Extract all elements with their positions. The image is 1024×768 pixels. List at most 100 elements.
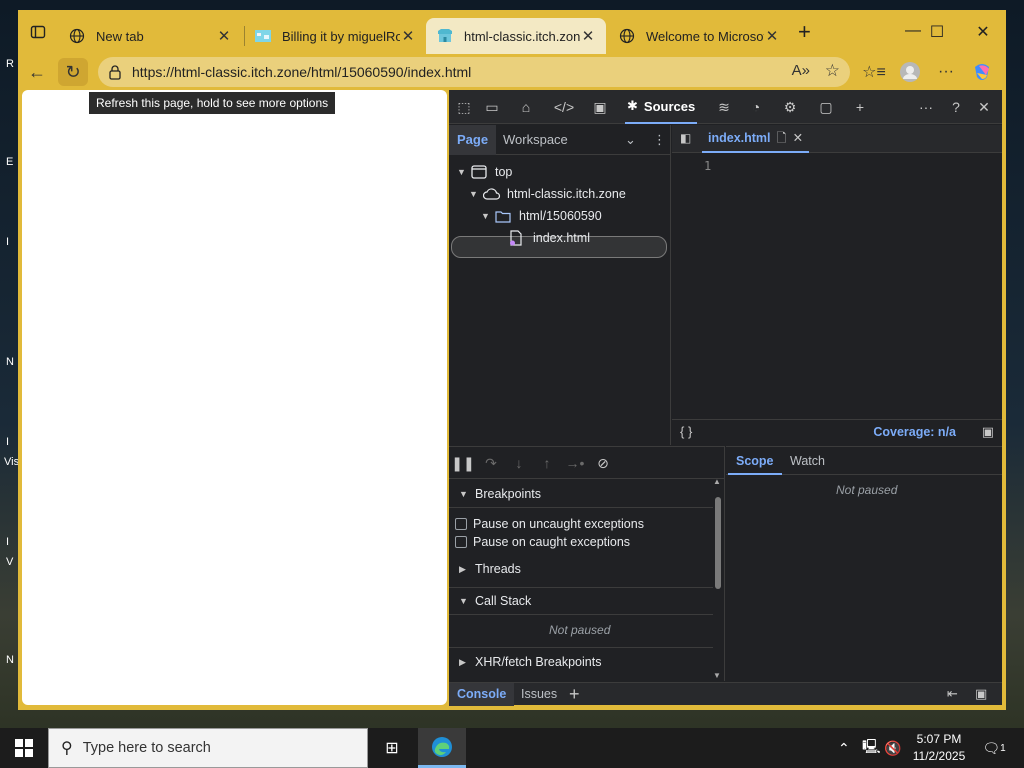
tree-item-folder[interactable]: ▼ html/15060590 bbox=[481, 205, 602, 227]
maximize-button[interactable]: ☐ bbox=[914, 22, 960, 42]
tab-watch[interactable]: Watch bbox=[782, 447, 833, 475]
refresh-button[interactable]: ↻ bbox=[58, 58, 88, 86]
tree-item-domain[interactable]: ▼ html-classic.itch.zone bbox=[469, 183, 626, 205]
editor-tabs: ◧ index.html 🗋 ✕ bbox=[672, 125, 1002, 153]
show-hidden-icons[interactable]: ⌃ bbox=[838, 728, 850, 768]
toggle-navigator-icon[interactable]: ◧ bbox=[680, 131, 691, 145]
more-options-icon[interactable]: ··· bbox=[934, 60, 958, 84]
tab-itch-zone[interactable]: html-classic.itch.zone/h ✕ bbox=[426, 18, 606, 54]
cloud-icon bbox=[483, 188, 501, 200]
coverage-status[interactable]: Coverage: n/a bbox=[873, 425, 956, 439]
start-button[interactable] bbox=[0, 728, 48, 768]
add-drawer-tab-icon[interactable]: + bbox=[569, 683, 580, 705]
tab-billing[interactable]: Billing it by miguelRob ✕ bbox=[244, 18, 426, 54]
close-devtools-icon[interactable]: ✕ bbox=[973, 97, 995, 117]
application-icon[interactable]: ▢ bbox=[815, 97, 837, 117]
tab-new-tab[interactable]: New tab ✕ bbox=[58, 18, 242, 54]
url-text[interactable]: https://html-classic.itch.zone/html/1506… bbox=[132, 64, 471, 80]
deactivate-breakpoints-icon[interactable]: ⊘ bbox=[593, 454, 613, 472]
favorites-icon[interactable]: ☆≡ bbox=[862, 60, 886, 84]
line-number: 1 bbox=[704, 159, 712, 173]
clock[interactable]: 5:07 PM 11/2/2025 bbox=[905, 731, 973, 765]
tab-actions-button[interactable] bbox=[26, 22, 50, 42]
desktop-icon-label: E bbox=[6, 156, 14, 168]
tab-page[interactable]: Page bbox=[449, 125, 497, 155]
tab-console[interactable]: Console bbox=[449, 683, 515, 706]
chevron-down-icon[interactable]: ⌄ bbox=[617, 125, 644, 155]
console-icon[interactable]: ▣ bbox=[589, 97, 611, 117]
folder-icon bbox=[495, 210, 513, 223]
desktop-icon-label: V bbox=[6, 556, 14, 568]
drawer-toggle-icon[interactable]: ▣ bbox=[982, 424, 994, 440]
tab-sources[interactable]: ✱ Sources bbox=[625, 90, 698, 124]
new-tab-button[interactable]: + bbox=[798, 21, 811, 43]
network-tray-icon[interactable]: 🖳 bbox=[862, 728, 881, 768]
close-tab-icon[interactable]: ✕ bbox=[764, 27, 780, 45]
read-aloud-icon[interactable]: A» bbox=[792, 62, 810, 79]
notification-center-icon[interactable]: 🗨 1 bbox=[982, 736, 1006, 760]
editor-tab-index-html[interactable]: index.html 🗋 ✕ bbox=[702, 124, 810, 153]
section-breakpoints[interactable]: ▼ Breakpoints bbox=[449, 480, 713, 508]
close-window-button[interactable]: ✕ bbox=[960, 22, 1006, 42]
navigator-tabs: Page Workspace ⌄ ⋮ bbox=[449, 125, 670, 155]
edge-taskbar-icon[interactable] bbox=[418, 728, 466, 768]
collapse-arrow-icon: ▼ bbox=[459, 488, 468, 499]
copilot-icon[interactable] bbox=[970, 60, 994, 84]
pause-caught-checkbox[interactable]: Pause on caught exceptions bbox=[455, 533, 630, 551]
scrollbar-thumb[interactable] bbox=[715, 497, 721, 589]
section-xhr-breakpoints[interactable]: ▶ XHR/fetch Breakpoints bbox=[449, 647, 713, 675]
tab-scope[interactable]: Scope bbox=[728, 447, 782, 475]
devtools-more-icon[interactable]: ··· bbox=[915, 97, 937, 117]
volume-muted-icon[interactable]: 🔇 bbox=[884, 728, 901, 768]
settings-gear-icon[interactable]: ⚙ bbox=[779, 97, 801, 117]
debugger-scrollbar[interactable]: ▲ ▼ bbox=[713, 477, 723, 680]
tree-item-index-html[interactable]: index.html bbox=[509, 227, 590, 249]
tab-welcome-microsoft[interactable]: Welcome to Microsoft ✕ bbox=[608, 18, 790, 54]
itch-icon bbox=[436, 27, 454, 45]
step-icon[interactable]: →• bbox=[565, 454, 585, 472]
step-into-icon[interactable]: ↓ bbox=[509, 454, 529, 472]
tab-workspace[interactable]: Workspace bbox=[495, 125, 576, 155]
taskbar-search-box[interactable]: ⚲ Type here to search bbox=[48, 728, 368, 768]
section-threads[interactable]: ▶ Threads bbox=[449, 555, 713, 583]
pause-icon[interactable]: ❚❚ bbox=[451, 454, 474, 472]
step-out-icon[interactable]: ↑ bbox=[537, 454, 557, 472]
pause-uncaught-checkbox[interactable]: Pause on uncaught exceptions bbox=[455, 515, 644, 533]
tab-actions-icon bbox=[30, 25, 46, 39]
help-icon[interactable]: ? bbox=[945, 97, 967, 117]
dock-drawer-icon[interactable]: ⇤ bbox=[947, 686, 958, 702]
taskbar: ⚲ Type here to search ⊞ ⌃ 🖳 🔇 5:07 PM 11… bbox=[0, 728, 1024, 768]
welcome-home-icon[interactable]: ⌂ bbox=[515, 97, 537, 117]
checkbox[interactable] bbox=[455, 518, 467, 530]
performance-icon[interactable]: ◔ bbox=[745, 97, 767, 117]
inspect-element-icon[interactable]: ⬚ bbox=[453, 97, 475, 117]
pretty-print-button[interactable]: { } bbox=[680, 424, 692, 439]
close-editor-tab-icon[interactable]: ✕ bbox=[793, 124, 803, 152]
lock-icon bbox=[108, 64, 124, 80]
device-emulation-icon[interactable]: ▭ bbox=[481, 97, 503, 117]
close-tab-icon[interactable]: ✕ bbox=[580, 27, 596, 45]
favorite-star-icon[interactable]: ☆ bbox=[825, 61, 840, 81]
checkbox[interactable] bbox=[455, 536, 467, 548]
checkbox-label: Pause on caught exceptions bbox=[473, 535, 631, 549]
close-drawer-icon[interactable]: ▣ bbox=[975, 686, 987, 702]
more-tools-add-icon[interactable]: + bbox=[849, 97, 871, 117]
globe-icon bbox=[68, 27, 86, 45]
back-button[interactable]: ← bbox=[22, 58, 52, 86]
task-view-icon[interactable]: ⊞ bbox=[368, 728, 416, 768]
elements-icon[interactable]: </> bbox=[553, 97, 575, 117]
network-icon[interactable]: ≋ bbox=[713, 97, 735, 117]
tab-issues[interactable]: Issues bbox=[513, 683, 565, 706]
page-viewport[interactable] bbox=[22, 90, 447, 705]
clock-date: 11/2/2025 bbox=[912, 749, 966, 763]
scroll-up-icon[interactable]: ▲ bbox=[713, 477, 721, 486]
section-call-stack[interactable]: ▼ Call Stack bbox=[449, 587, 713, 615]
close-tab-icon[interactable]: ✕ bbox=[216, 27, 232, 45]
close-tab-icon[interactable]: ✕ bbox=[400, 27, 416, 45]
profile-avatar[interactable] bbox=[898, 60, 922, 84]
step-over-icon[interactable]: ↷ bbox=[481, 454, 501, 472]
more-vert-icon[interactable]: ⋮ bbox=[645, 125, 674, 155]
tree-item-top[interactable]: ▼ top bbox=[457, 161, 512, 183]
address-bar[interactable]: https://html-classic.itch.zone/html/1506… bbox=[98, 57, 850, 87]
scroll-down-icon[interactable]: ▼ bbox=[713, 671, 721, 680]
